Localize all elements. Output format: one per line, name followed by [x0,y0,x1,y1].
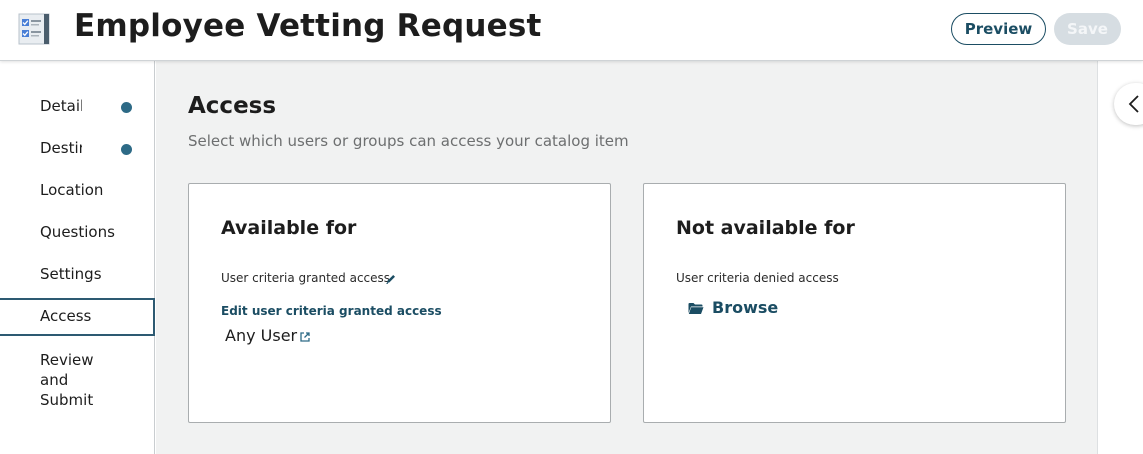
available-for-card: Available for User criteria granted acce… [188,183,611,423]
chevron-left-icon [1128,95,1139,113]
main-content: Access Select which users or groups can … [156,61,1097,454]
criteria-granted-label: User criteria granted access [221,271,391,285]
sidebar-item-label: Review and Submit [40,351,94,409]
sidebar-item-label: Access [40,307,92,325]
sidebar-item-label: Details [40,97,82,115]
card-title: Available for [221,217,357,239]
sidebar-item-review-and-submit[interactable]: Review and Submit [0,341,155,411]
status-dot [121,102,132,113]
browse-button[interactable]: Browse [712,298,778,317]
section-title: Access [188,93,277,119]
sidebar-item-label: Destination [40,139,82,157]
header-bar: Employee Vetting Request Preview Save [0,0,1143,61]
section-subtitle: Select which users or groups can access … [188,132,629,150]
sidebar-item-label: Questions [40,223,115,241]
preview-button[interactable]: Preview [951,13,1046,45]
status-dot [121,144,132,155]
criteria-value[interactable]: Any User [225,326,297,345]
sidebar-item-access[interactable]: Access [0,298,155,336]
save-button[interactable]: Save [1054,13,1121,45]
sidebar-item-label: Settings [40,265,102,283]
sidebar-item-destination[interactable]: Destination [0,130,155,168]
pencil-icon[interactable] [385,273,397,285]
sidebar-item-details[interactable]: Details [0,88,155,126]
sidebar-item-location[interactable]: Location [0,172,155,210]
sidebar-nav: Details Destination Location Questions S… [0,61,155,454]
folder-icon[interactable] [688,302,704,315]
criteria-denied-label: User criteria denied access [676,271,839,285]
sidebar-item-settings[interactable]: Settings [0,256,155,294]
edit-criteria-link[interactable]: Edit user criteria granted access [221,304,442,318]
not-available-for-card: Not available for User criteria denied a… [643,183,1066,423]
page-title: Employee Vetting Request [74,8,542,44]
external-link-icon[interactable] [299,331,311,343]
card-title: Not available for [676,217,855,239]
sidebar-item-questions[interactable]: Questions [0,214,155,252]
checklist-form-icon [18,13,50,45]
sidebar-item-label: Location [40,181,104,199]
